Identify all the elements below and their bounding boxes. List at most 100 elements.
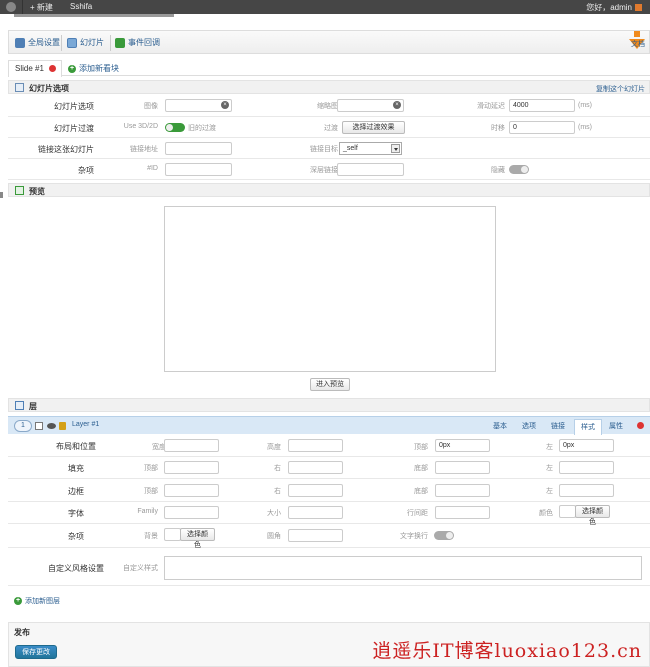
padding-top-input[interactable]	[164, 461, 219, 474]
layer-number-badge[interactable]: 1	[14, 420, 32, 432]
font-family-input[interactable]	[164, 506, 219, 519]
slides-button[interactable]: 幻灯片	[67, 37, 104, 48]
row-label: 边框	[68, 487, 84, 496]
wordpress-logo-icon[interactable]	[6, 2, 16, 12]
add-module-label: 添加新看块	[79, 64, 119, 73]
delay-input[interactable]: 4000	[509, 99, 575, 112]
divider	[22, 0, 23, 14]
save-changes-button[interactable]: 保存更改	[15, 645, 57, 659]
font-size-label: 大小	[267, 510, 281, 517]
line-height-input[interactable]	[435, 506, 490, 519]
slide-options-title: 幻灯片选项	[29, 84, 69, 93]
border-left-input[interactable]	[559, 484, 614, 497]
tab-options[interactable]: 选项	[522, 421, 536, 431]
layer-name[interactable]: Layer #1	[72, 421, 99, 428]
clear-thumbnail-icon[interactable]: ×	[393, 101, 401, 109]
use-3d2d-label: Use 3D/2D	[123, 123, 158, 130]
global-settings-button[interactable]: 全局设置	[15, 37, 60, 48]
custom-style-textarea[interactable]	[164, 556, 642, 580]
font-color-swatch[interactable]	[559, 505, 576, 518]
clear-image-icon[interactable]: ×	[221, 101, 229, 109]
transition-label: 过渡	[324, 125, 338, 132]
padding-bottom-input[interactable]	[435, 461, 490, 474]
left-input[interactable]: 0px	[559, 439, 614, 452]
docs-label[interactable]: 文档	[631, 39, 645, 49]
layers-title: 层	[29, 402, 37, 411]
width-input[interactable]	[164, 439, 219, 452]
padding-left-label: 左	[546, 465, 553, 472]
radius-label: 圆角	[267, 533, 281, 540]
add-module-button[interactable]: + 添加新看块	[68, 63, 119, 74]
row-label: 幻灯片过渡	[54, 124, 94, 133]
slide-misc-row: 杂项 #ID 深层链接 隐藏	[8, 159, 650, 180]
border-top-input[interactable]	[164, 484, 219, 497]
time-shift-input[interactable]: 0	[509, 121, 575, 134]
avatar	[635, 4, 642, 11]
padding-right-label: 右	[274, 465, 281, 472]
plus-icon: +	[68, 64, 76, 73]
select-transition-button[interactable]: 选择过渡效果	[342, 121, 405, 134]
row-label: 杂项	[68, 532, 84, 541]
row-label: 链接这张幻灯片	[38, 145, 94, 154]
padding-top-label: 顶部	[144, 465, 158, 472]
id-input[interactable]	[165, 163, 232, 176]
border-bottom-input[interactable]	[435, 484, 490, 497]
layer-checkbox[interactable]	[35, 422, 43, 430]
plugin-toolbar: 全局设置 幻灯片 事件回调 文档	[8, 30, 650, 54]
padding-bottom-label: 底部	[414, 465, 428, 472]
layer-misc-row: 杂项 背景 选择颜色 圆角 文字换行	[8, 524, 650, 549]
lock-icon[interactable]	[59, 422, 66, 430]
copy-slide-link[interactable]: 复制这个幻灯片	[596, 84, 645, 94]
border-right-input[interactable]	[288, 484, 343, 497]
width-label: 宽度	[152, 444, 166, 451]
site-name-link[interactable]: Sshifa	[70, 2, 92, 11]
background-color-swatch[interactable]	[164, 528, 181, 541]
deeplink-input[interactable]	[337, 163, 404, 176]
font-color-label: 颜色	[539, 510, 553, 517]
target-value: _self	[343, 145, 358, 152]
add-layer-button[interactable]: + 添加新图层	[14, 596, 60, 606]
collapse-handle[interactable]	[0, 192, 3, 198]
refresh-icon	[115, 37, 125, 48]
padding-left-input[interactable]	[559, 461, 614, 474]
tab-slide-1[interactable]: Slide #1	[8, 60, 62, 77]
monitor-icon	[15, 186, 24, 195]
radius-input[interactable]	[288, 529, 343, 542]
slide-link-row: 链接这张幻灯片 链接地址 链接目标 _self	[8, 138, 650, 159]
slide-preview-area[interactable]	[164, 206, 496, 372]
delay-unit: (ms)	[578, 102, 592, 109]
transition-toggle[interactable]	[165, 123, 185, 132]
font-row: 字体 Family 大小 行间距 颜色 选择颜色	[8, 502, 650, 526]
eye-icon[interactable]	[47, 423, 56, 429]
wrap-toggle[interactable]	[434, 531, 454, 540]
delete-layer-icon[interactable]	[637, 422, 644, 429]
tab-style[interactable]: 样式	[574, 419, 602, 435]
link-target-label: 链接目标	[310, 146, 338, 153]
enter-preview-button[interactable]: 进入预览	[310, 378, 350, 391]
global-settings-label: 全局设置	[28, 38, 60, 47]
layer-bar: 1 Layer #1 基本 选项 链接 样式 属性	[8, 416, 650, 435]
event-callbacks-button[interactable]: 事件回调	[115, 37, 160, 48]
user-greeting[interactable]: 您好，admin	[586, 2, 642, 13]
link-url-input[interactable]	[165, 142, 232, 155]
layers-header: 层	[8, 398, 650, 412]
height-input[interactable]	[288, 439, 343, 452]
font-size-input[interactable]	[288, 506, 343, 519]
top-input[interactable]: 0px	[435, 439, 490, 452]
new-content-link[interactable]: + 新建	[30, 2, 53, 13]
pick-background-color-button[interactable]: 选择颜色	[180, 528, 215, 549]
row-label: 字体	[68, 509, 84, 518]
tab-basic[interactable]: 基本	[493, 421, 507, 431]
row-label: 填充	[68, 464, 84, 473]
tab-link[interactable]: 链接	[551, 421, 565, 431]
link-target-select[interactable]: _self	[339, 142, 402, 155]
hidden-toggle[interactable]	[509, 165, 529, 174]
pick-font-color-button[interactable]: 选择颜色	[575, 505, 610, 526]
padding-right-input[interactable]	[288, 461, 343, 474]
preview-header: 预览	[8, 183, 650, 197]
delete-slide-icon[interactable]	[49, 65, 56, 72]
height-label: 高度	[267, 444, 281, 451]
slide-tabs: Slide #1 + 添加新看块	[8, 60, 650, 77]
deeplink-label: 深层链接	[310, 167, 338, 174]
tab-attributes[interactable]: 属性	[609, 421, 623, 431]
